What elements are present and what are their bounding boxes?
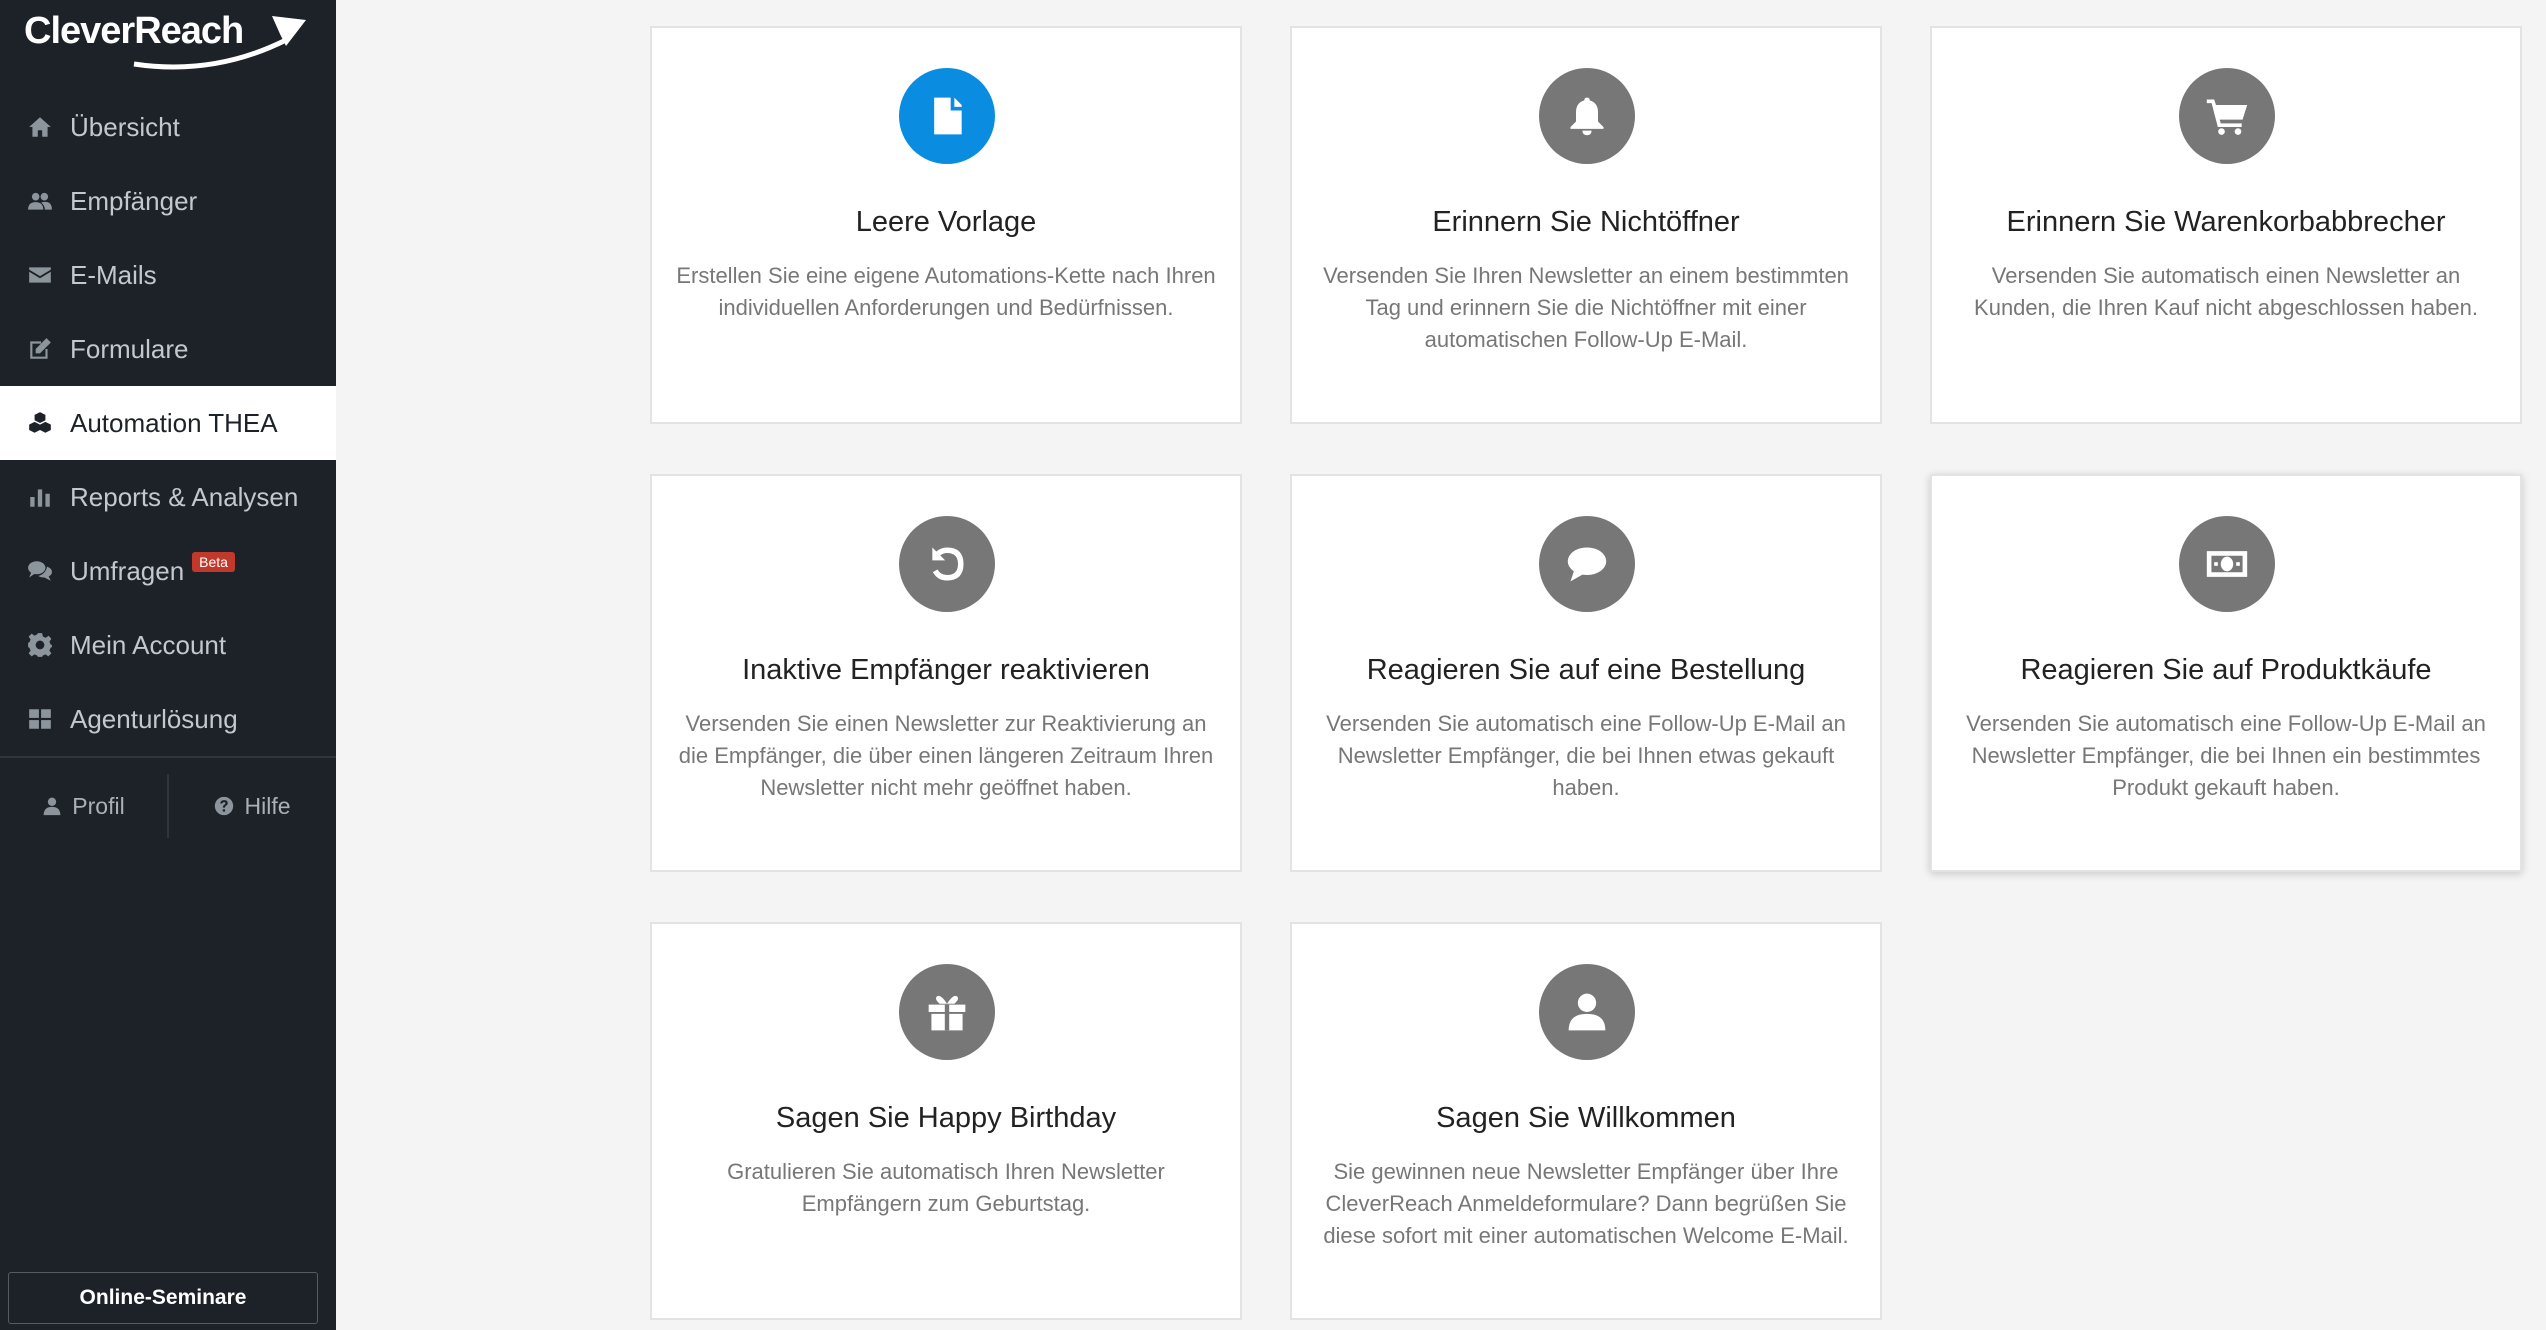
sidebar-item-emails[interactable]: E-Mails	[0, 238, 336, 312]
profile-link[interactable]: Profil	[0, 770, 167, 842]
sidebar-item-label: Umfragen	[70, 555, 185, 586]
envelope-icon	[24, 259, 56, 291]
card-title: Erinnern Sie Nichtöffner	[1432, 206, 1740, 238]
online-seminare-button[interactable]: Online-Seminare	[8, 1272, 318, 1324]
card-inaktive-empfaenger[interactable]: Inaktive Empfänger reaktivieren Versende…	[650, 474, 1242, 872]
sidebar: CleverReach Übersicht Empfänger E-Mails …	[0, 0, 336, 1330]
card-erinnern-warenkorbabbrecher[interactable]: Erinnern Sie Warenkorbabbrecher Versende…	[1930, 26, 2522, 424]
card-description: Gratulieren Sie automatisch Ihren Newsle…	[727, 1159, 1165, 1216]
file-icon	[899, 68, 995, 164]
sidebar-item-label: Übersicht	[70, 111, 180, 142]
card-description: Versenden Sie Ihren Newsletter an einem …	[1323, 263, 1849, 352]
card-erinnern-nichtoeffner[interactable]: Erinnern Sie Nichtöffner Versenden Sie I…	[1290, 26, 1882, 424]
sidebar-item-label: Reports & Analysen	[70, 481, 299, 512]
grid-icon	[24, 703, 56, 735]
sidebar-item-empfaenger[interactable]: Empfänger	[0, 164, 336, 238]
sidebar-item-label: Agenturlösung	[70, 703, 238, 734]
comment-icon	[1539, 516, 1635, 612]
card-title: Leere Vorlage	[855, 206, 1037, 238]
question-circle-icon	[215, 796, 234, 816]
card-reagieren-produktkaeufe[interactable]: Reagieren Sie auf Produktkäufe Versenden…	[1930, 474, 2522, 872]
cleverreach-logo[interactable]: CleverReach	[24, 6, 314, 72]
user-icon	[43, 797, 61, 816]
card-title: Sagen Sie Willkommen	[1436, 1102, 1736, 1134]
sidebar-item-label: Formulare	[70, 333, 189, 364]
sidebar-item-agenturloesung[interactable]: Agenturlösung	[0, 682, 336, 756]
users-icon	[24, 185, 56, 217]
card-reagieren-bestellung[interactable]: Reagieren Sie auf eine Bestellung Versen…	[1290, 474, 1882, 872]
card-title: Reagieren Sie auf Produktkäufe	[2020, 654, 2432, 686]
card-leere-vorlage[interactable]: Leere Vorlage Erstellen Sie eine eigene …	[650, 26, 1242, 424]
bell-icon	[1539, 68, 1635, 164]
sidebar-item-label: Automation THEA	[70, 407, 278, 438]
card-description: Versenden Sie automatisch eine Follow-Up…	[1326, 711, 1846, 800]
sidebar-item-umfragen[interactable]: Umfragen Beta	[0, 534, 336, 608]
gear-icon	[24, 629, 56, 661]
card-title: Erinnern Sie Warenkorbabbrecher	[2006, 206, 2446, 238]
card-title: Reagieren Sie auf eine Bestellung	[1366, 654, 1806, 686]
sidebar-item-automation-thea[interactable]: Automation THEA	[0, 386, 336, 460]
comments-icon	[24, 555, 56, 587]
cart-icon	[2179, 68, 2275, 164]
help-label: Hilfe	[244, 792, 291, 819]
card-title: Inaktive Empfänger reaktivieren	[742, 654, 1150, 686]
sidebar-item-reports[interactable]: Reports & Analysen	[0, 460, 336, 534]
help-link[interactable]: Hilfe	[169, 770, 336, 842]
edit-icon	[24, 333, 56, 365]
beta-badge: Beta	[192, 552, 235, 572]
money-icon	[2179, 516, 2275, 612]
gift-icon	[899, 964, 995, 1060]
sidebar-bottom-links: Profil Hilfe	[0, 770, 336, 842]
sidebar-item-uebersicht[interactable]: Übersicht	[0, 90, 336, 164]
card-description: Versenden Sie automatisch eine Follow-Up…	[1966, 711, 2486, 800]
paper-plane-icon	[133, 16, 306, 70]
profile-label: Profil	[72, 792, 125, 819]
bar-chart-icon	[24, 481, 56, 513]
home-icon	[24, 111, 56, 143]
sidebar-item-mein-account[interactable]: Mein Account	[0, 608, 336, 682]
card-title: Sagen Sie Happy Birthday	[775, 1102, 1117, 1134]
sidebar-item-label: Empfänger	[70, 185, 198, 216]
card-willkommen[interactable]: Sagen Sie Willkommen Sie gewinnen neue N…	[1290, 922, 1882, 1320]
main-nav: Übersicht Empfänger E-Mails Formulare Au…	[0, 90, 336, 756]
undo-icon	[899, 516, 995, 612]
sidebar-item-label: Mein Account	[70, 629, 227, 660]
user-icon	[1539, 964, 1635, 1060]
sidebar-divider	[0, 756, 336, 758]
card-description: Versenden Sie automatisch einen Newslett…	[1974, 263, 2478, 320]
card-happy-birthday[interactable]: Sagen Sie Happy Birthday Gratulieren Sie…	[650, 922, 1242, 1320]
cubes-icon	[24, 407, 56, 439]
sidebar-item-label: E-Mails	[70, 259, 157, 290]
sidebar-item-formulare[interactable]: Formulare	[0, 312, 336, 386]
card-description: Versenden Sie einen Newsletter zur Reakt…	[678, 711, 1214, 800]
card-description: Erstellen Sie eine eigene Automations-Ke…	[676, 263, 1216, 320]
card-description: Sie gewinnen neue Newsletter Empfänger ü…	[1323, 1159, 1849, 1248]
